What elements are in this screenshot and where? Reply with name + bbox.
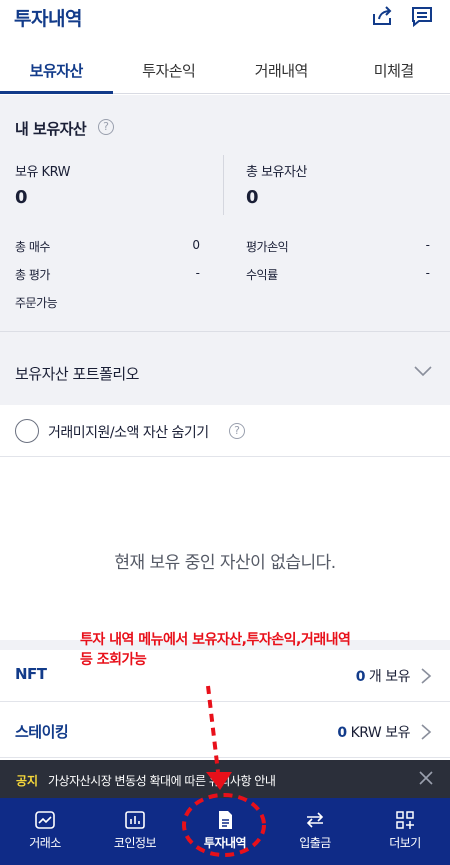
- section-divider: [0, 331, 450, 332]
- tab-profit-loss[interactable]: 투자손익: [113, 50, 226, 93]
- nft-label: NFT: [15, 665, 47, 683]
- total-eval-label: 총 평가: [15, 268, 50, 282]
- page-title: 투자내역: [14, 8, 82, 30]
- notice-text[interactable]: 가상자산시장 변동성 확대에 따른 유의사항 안내: [48, 772, 276, 789]
- staking-suffix: KRW 보유: [350, 725, 411, 741]
- annotation-line-1: 투자 내역 메뉴에서 보유자산,투자손익,거래내역: [80, 632, 351, 648]
- close-icon[interactable]: [418, 770, 434, 790]
- portfolio-toggle-label[interactable]: 보유자산 포트폴리오: [15, 363, 139, 384]
- tutorial-annotation: 투자 내역 메뉴에서 보유자산,투자손익,거래내역 등 조회가능: [80, 630, 450, 670]
- bottom-nav: 거래소 코인정보 투자내역 입출금 더보기: [0, 798, 450, 865]
- return-label: 수익률: [246, 268, 278, 282]
- help-icon[interactable]: ?: [229, 423, 245, 439]
- nav-investments[interactable]: 투자내역: [180, 798, 270, 865]
- notice-bar[interactable]: 공지 가상자산시장 변동성 확대에 따른 유의사항 안내: [0, 760, 450, 798]
- staking-holding: 0 KRW 보유: [337, 722, 410, 742]
- notice-tag: 공지: [16, 774, 39, 788]
- hide-small-assets-row[interactable]: 거래미지원/소액 자산 숨기기 ?: [0, 405, 450, 457]
- held-krw-label: 보유 KRW: [15, 165, 70, 180]
- nav-label: 거래소: [29, 836, 61, 850]
- chevron-right-icon: [420, 723, 432, 745]
- summary-title: 내 보유자산: [15, 120, 87, 138]
- orderable-label: 주문가능: [15, 296, 58, 310]
- annotation-line-2: 등 조회가능: [80, 652, 147, 668]
- total-eval-value: -: [195, 266, 200, 280]
- return-value: -: [425, 266, 430, 280]
- transfer-arrows-icon: [306, 812, 324, 828]
- chart-line-icon: [35, 811, 55, 829]
- memo-icon[interactable]: [408, 2, 436, 30]
- chevron-down-icon[interactable]: [413, 363, 433, 382]
- nft-count: 0: [355, 669, 366, 685]
- divider: [223, 155, 224, 215]
- nav-label: 입출금: [299, 836, 331, 850]
- total-assets-label: 총 보유자산: [246, 165, 307, 180]
- holdings-summary: 내 보유자산 ? 보유 KRW 0 총 보유자산 0 총 매수 0 평가손익 -…: [0, 95, 450, 405]
- help-icon[interactable]: ?: [98, 119, 114, 135]
- nav-more[interactable]: 더보기: [360, 798, 450, 865]
- nav-exchange[interactable]: 거래소: [0, 798, 90, 865]
- asset-tabs: 보유자산 투자손익 거래내역 미체결: [0, 50, 450, 94]
- tab-transactions[interactable]: 거래내역: [225, 50, 338, 93]
- grid-plus-icon: [396, 811, 414, 829]
- held-krw-value: 0: [15, 187, 28, 208]
- share-icon[interactable]: [368, 2, 396, 30]
- total-assets-value: 0: [246, 187, 259, 208]
- document-icon: [219, 811, 232, 829]
- staking-label: 스테이킹: [15, 723, 69, 741]
- nav-deposit-withdraw[interactable]: 입출금: [270, 798, 360, 865]
- chevron-right-icon: [420, 667, 432, 689]
- staking-row[interactable]: 스테이킹 0 KRW 보유: [0, 706, 450, 758]
- empty-state-message: 현재 보유 중인 자산이 없습니다.: [114, 553, 336, 573]
- nav-label: 투자내역: [203, 836, 247, 850]
- bar-chart-icon: [125, 811, 145, 829]
- hide-small-assets-label: 거래미지원/소액 자산 숨기기: [48, 425, 209, 441]
- app-header: 투자내역: [0, 0, 450, 42]
- nav-label: 더보기: [389, 836, 421, 850]
- eval-pl-value: -: [425, 238, 430, 252]
- eval-pl-label: 평가손익: [246, 240, 289, 254]
- total-buy-label: 총 매수: [15, 240, 50, 254]
- nav-label: 코인정보: [113, 836, 157, 850]
- nft-suffix: 개 보유: [368, 669, 411, 685]
- tab-unfilled[interactable]: 미체결: [338, 50, 450, 93]
- total-buy-value: 0: [192, 238, 200, 252]
- nav-coin-info[interactable]: 코인정보: [90, 798, 180, 865]
- hide-small-assets-radio[interactable]: [15, 419, 39, 443]
- tab-holdings[interactable]: 보유자산: [0, 50, 113, 94]
- staking-count: 0: [337, 725, 347, 741]
